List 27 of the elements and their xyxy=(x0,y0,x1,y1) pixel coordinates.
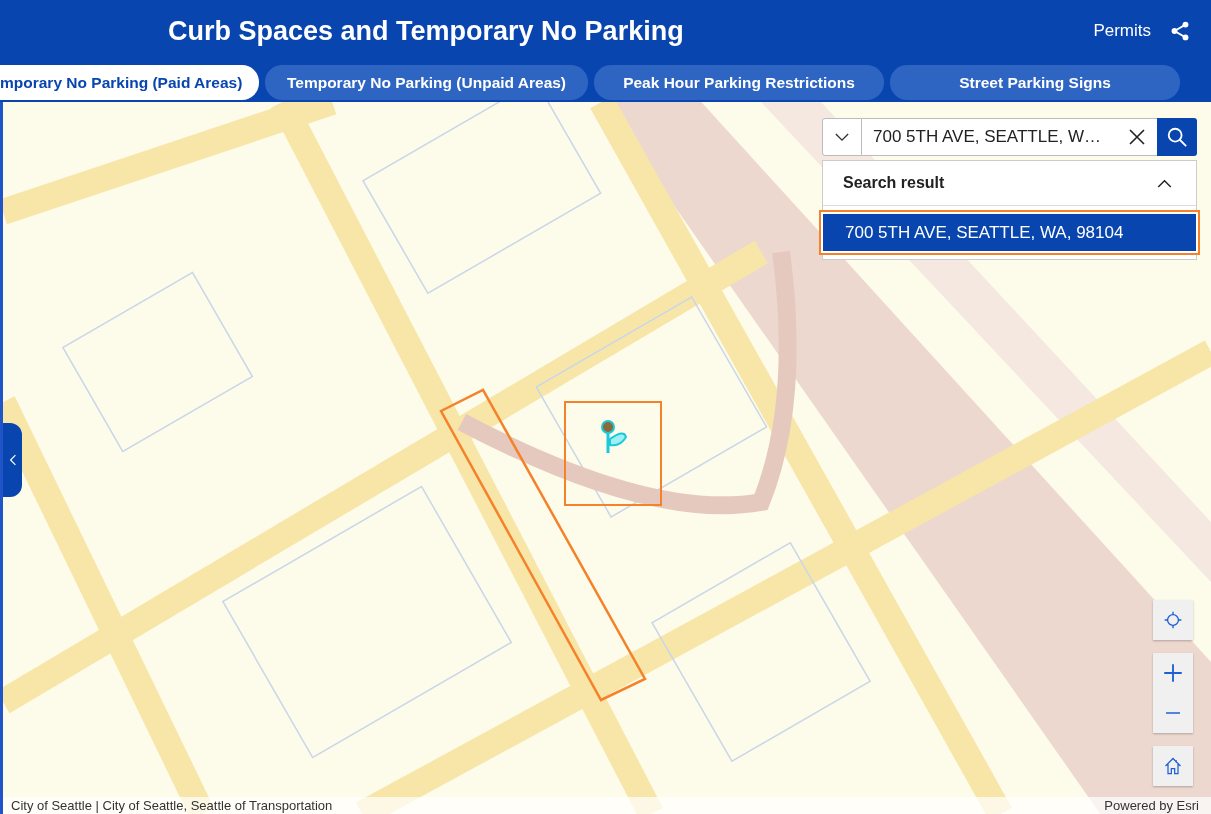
tab[interactable]: Temporary No Parking (Unpaid Areas) xyxy=(265,65,588,100)
home-icon xyxy=(1163,756,1183,776)
tab[interactable]: Street Parking Signs xyxy=(890,65,1180,100)
close-icon xyxy=(1129,129,1145,145)
search-button[interactable] xyxy=(1157,118,1197,156)
home-button[interactable] xyxy=(1153,746,1193,786)
chevron-left-icon xyxy=(8,453,17,467)
share-icon[interactable] xyxy=(1169,20,1191,42)
chevron-down-icon xyxy=(835,132,849,142)
results-heading: Search result xyxy=(843,174,945,192)
search-field[interactable]: 700 5TH AVE, SEATTLE, W… xyxy=(862,118,1117,156)
search-icon xyxy=(1166,126,1188,148)
chevron-up-icon[interactable] xyxy=(1157,178,1172,188)
permits-link[interactable]: Permits xyxy=(1093,21,1151,41)
panel-collapse-button[interactable] xyxy=(3,423,22,497)
clear-button[interactable] xyxy=(1117,118,1157,156)
locate-button[interactable] xyxy=(1153,600,1193,640)
tab[interactable]: Peak Hour Parking Restrictions xyxy=(594,65,884,100)
search-result-item[interactable]: 700 5TH AVE, SEATTLE, WA, 98104 xyxy=(819,210,1200,255)
app-title: Curb Spaces and Temporary No Parking xyxy=(168,15,685,47)
plus-icon xyxy=(1163,663,1183,683)
attribution-text: City of Seattle | City of Seattle, Seattle of Transportation xyxy=(11,798,333,813)
crosshair-icon xyxy=(1163,610,1183,630)
minus-icon xyxy=(1163,711,1183,715)
powered-by-link[interactable]: Powered by Esri xyxy=(1104,798,1199,813)
zoom-in-button[interactable] xyxy=(1153,653,1193,693)
tab[interactable]: mporary No Parking (Paid Areas) xyxy=(0,65,259,100)
